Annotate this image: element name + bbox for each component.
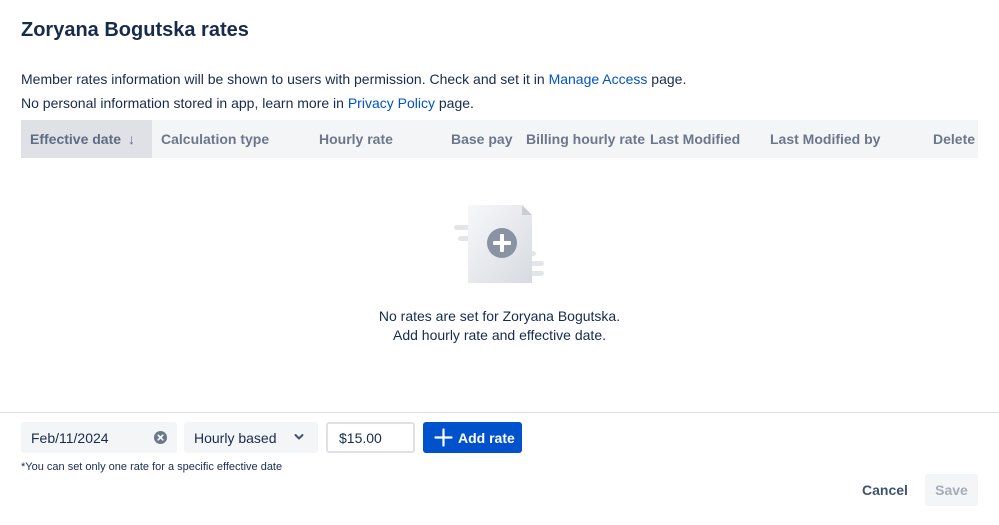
info-text-part: page. [647,71,687,87]
manage-access-link[interactable]: Manage Access [549,71,648,87]
empty-state-message: No rates are set for Zoryana Bogutska. [378,308,621,324]
sort-descending-icon: ↓ [127,131,135,147]
footer-divider [0,412,999,413]
rates-table-header: Effective date ↓ Calculation type Hourly… [21,120,978,158]
column-header-effective-date[interactable]: Effective date ↓ [21,120,152,158]
column-label: Effective date [30,131,122,147]
effective-date-value: Feb/11/2024 [31,430,109,446]
privacy-policy-link[interactable]: Privacy Policy [348,95,435,111]
add-rate-label: Add rate [458,430,515,446]
clear-icon[interactable] [154,431,167,444]
calculation-type-select[interactable]: Hourly based [184,422,318,453]
column-header-delete: Delete [933,131,976,147]
chevron-down-icon [294,434,304,440]
hourly-rate-value: $15.00 [339,430,382,446]
column-header-billing-hourly-rate[interactable]: Billing hourly rate [526,120,645,158]
cancel-button[interactable]: Cancel [851,474,919,506]
effective-date-note: *You can set only one rate for a specifi… [21,461,283,473]
info-text-part: No personal information stored in app, l… [21,95,348,111]
column-header-last-modified[interactable]: Last Modified [650,120,740,158]
column-header-base-pay[interactable]: Base pay [451,120,512,158]
plus-icon [434,428,453,447]
save-button[interactable]: Save [925,474,978,506]
column-header-hourly-rate[interactable]: Hourly rate [319,120,393,158]
empty-state-hint: Add hourly rate and effective date. [393,327,606,343]
effective-date-picker[interactable]: Feb/11/2024 [21,422,177,453]
add-rate-button[interactable]: Add rate [423,422,522,453]
calculation-type-value: Hourly based [194,430,277,446]
column-header-calculation-type[interactable]: Calculation type [161,120,269,158]
hourly-rate-input[interactable]: $15.00 [326,422,415,453]
privacy-info-text: No personal information stored in app, l… [21,95,474,111]
column-header-last-modified-by[interactable]: Last Modified by [770,120,880,158]
add-document-icon [454,205,544,283]
info-text-part: Member rates information will be shown t… [21,71,549,87]
page-title: Zoryana Bogutska rates [21,19,249,41]
info-text-part: page. [434,95,474,111]
rates-info-text: Member rates information will be shown t… [21,71,686,87]
